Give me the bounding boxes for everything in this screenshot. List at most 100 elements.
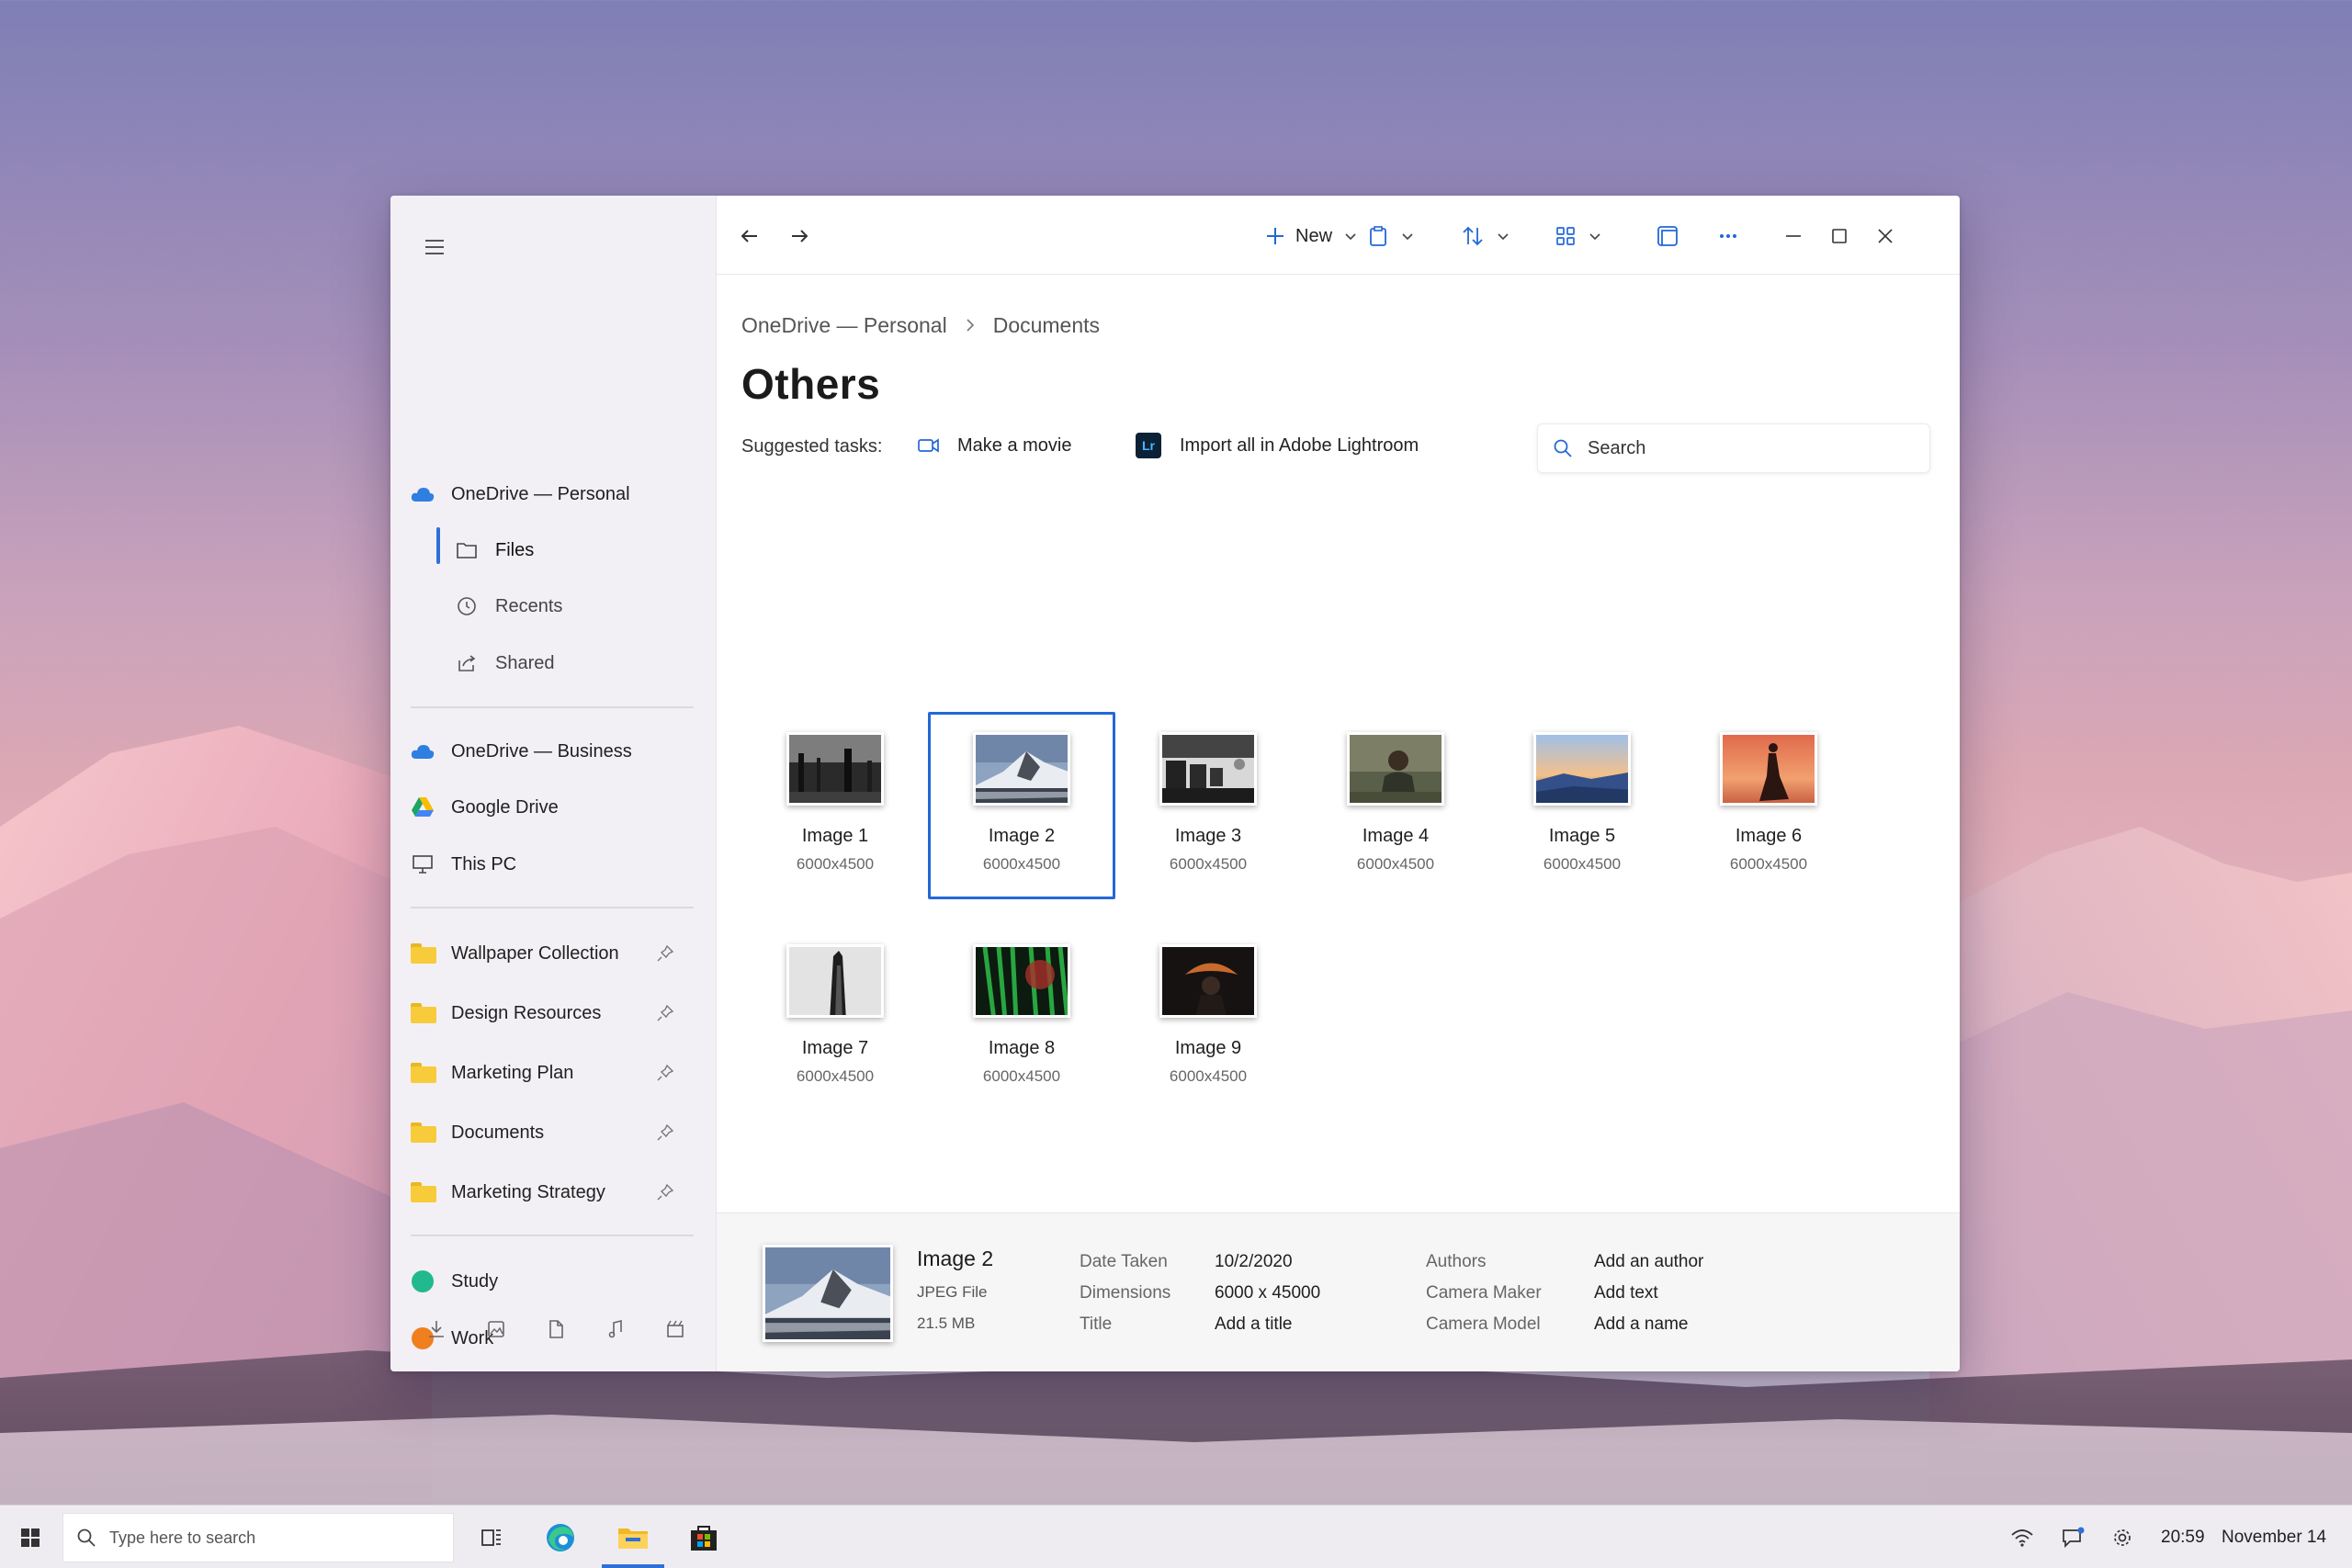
sidebar-item-label: Google Drive bbox=[451, 796, 559, 818]
pin-icon[interactable] bbox=[653, 1001, 677, 1025]
settings-gear-icon[interactable] bbox=[2101, 1517, 2143, 1559]
file-tile[interactable]: Image 1 6000x4500 bbox=[741, 712, 929, 899]
tag-dot-icon bbox=[412, 1270, 434, 1292]
sidebar-item-documents[interactable]: Documents bbox=[411, 1110, 695, 1156]
file-dimensions: 6000x4500 bbox=[1169, 855, 1248, 873]
sidebar-item-label: OneDrive — Personal bbox=[451, 483, 630, 504]
file-name: Image 5 bbox=[1548, 826, 1616, 846]
sidebar-item-marketing-plan[interactable]: Marketing Plan bbox=[411, 1050, 695, 1096]
file-dimensions: 6000x4500 bbox=[1356, 855, 1435, 873]
clipboard-button[interactable] bbox=[1367, 216, 1415, 256]
file-dimensions: 6000x4500 bbox=[1729, 855, 1808, 873]
hamburger-menu-icon[interactable] bbox=[418, 229, 455, 265]
sidebar-item-tag-study[interactable]: Study bbox=[411, 1258, 695, 1304]
wifi-icon[interactable] bbox=[2001, 1517, 2043, 1559]
maximize-button[interactable] bbox=[1828, 216, 1850, 256]
taskbar-search-placeholder: Type here to search bbox=[109, 1528, 256, 1547]
sidebar-item-shared[interactable]: Shared bbox=[455, 640, 695, 686]
task-view-icon bbox=[481, 1529, 501, 1546]
details-label: Camera Model bbox=[1426, 1314, 1541, 1334]
details-value: 10/2/2020 bbox=[1215, 1252, 1293, 1271]
sidebar-item-this-pc[interactable]: This PC bbox=[411, 841, 695, 887]
pin-icon[interactable] bbox=[653, 942, 677, 965]
sidebar-item-design-resources[interactable]: Design Resources bbox=[411, 990, 695, 1036]
file-explorer-taskbar-button[interactable] bbox=[612, 1517, 654, 1559]
sidebar-divider bbox=[411, 907, 694, 908]
file-tile[interactable]: Image 7 6000x4500 bbox=[741, 924, 929, 1111]
sidebar-item-label: Marketing Strategy bbox=[451, 1181, 605, 1202]
sidebar-item-onedrive-personal[interactable]: OneDrive — Personal bbox=[411, 471, 695, 517]
back-button[interactable] bbox=[737, 216, 763, 256]
file-explorer-icon bbox=[618, 1529, 648, 1549]
file-tile-selected[interactable]: Image 2 6000x4500 bbox=[928, 712, 1115, 899]
toolbar: New bbox=[717, 196, 1960, 275]
forward-button[interactable] bbox=[786, 216, 812, 256]
file-dimensions: 6000x4500 bbox=[796, 1067, 875, 1085]
details-camera-model-field[interactable]: Add a name bbox=[1594, 1314, 1688, 1335]
picture-icon[interactable] bbox=[478, 1311, 514, 1348]
sidebar-item-google-drive[interactable]: Google Drive bbox=[411, 784, 695, 830]
file-tile[interactable]: Image 9 6000x4500 bbox=[1114, 924, 1302, 1111]
download-icon[interactable] bbox=[418, 1311, 455, 1348]
clock-time[interactable]: 20:59 bbox=[2161, 1506, 2205, 1568]
video-icon[interactable] bbox=[657, 1311, 694, 1348]
close-button[interactable] bbox=[1874, 216, 1896, 256]
breadcrumb-item[interactable]: OneDrive — Personal bbox=[741, 313, 947, 338]
details-value: 6000 x 45000 bbox=[1215, 1283, 1321, 1303]
details-author-field[interactable]: Add an author bbox=[1594, 1252, 1703, 1272]
details-title-field[interactable]: Add a title bbox=[1215, 1314, 1293, 1335]
clock-icon bbox=[455, 594, 479, 618]
main-content: New OneDrive — Personal Documents Others… bbox=[717, 196, 1960, 1371]
edge-icon bbox=[547, 1524, 574, 1551]
search-icon bbox=[77, 1529, 96, 1547]
details-label: Camera Maker bbox=[1426, 1283, 1542, 1303]
sidebar-item-marketing-strategy[interactable]: Marketing Strategy bbox=[411, 1169, 695, 1215]
details-camera-maker-field[interactable]: Add text bbox=[1594, 1283, 1658, 1303]
file-name: Image 8 bbox=[988, 1038, 1056, 1058]
store-button[interactable] bbox=[683, 1517, 725, 1559]
make-movie-task[interactable]: Make a movie bbox=[917, 427, 1072, 464]
file-tile[interactable]: Image 6 6000x4500 bbox=[1675, 712, 1862, 899]
sidebar-item-label: Design Resources bbox=[451, 1002, 602, 1023]
edge-browser-button[interactable] bbox=[539, 1517, 582, 1559]
import-lightroom-task[interactable]: Lr Import all in Adobe Lightroom bbox=[1136, 427, 1419, 464]
details-pane-button[interactable] bbox=[1656, 216, 1679, 256]
pin-icon[interactable] bbox=[653, 1180, 677, 1204]
sidebar-item-onedrive-business[interactable]: OneDrive — Business bbox=[411, 728, 695, 774]
start-button[interactable] bbox=[9, 1517, 51, 1559]
file-dimensions: 6000x4500 bbox=[1169, 1067, 1248, 1085]
store-bag-icon bbox=[691, 1526, 717, 1551]
task-label: Make a movie bbox=[957, 434, 1072, 456]
more-options-button[interactable] bbox=[1716, 216, 1740, 256]
file-tile[interactable]: Image 4 6000x4500 bbox=[1302, 712, 1489, 899]
search-input[interactable]: Search bbox=[1537, 423, 1930, 473]
taskbar-search-input[interactable]: Type here to search bbox=[62, 1513, 454, 1562]
monitor-icon bbox=[411, 852, 435, 876]
clipboard-icon bbox=[1370, 226, 1386, 246]
file-name: Image 3 bbox=[1174, 826, 1242, 846]
sidebar-item-recents[interactable]: Recents bbox=[455, 583, 695, 629]
minimize-button[interactable] bbox=[1782, 216, 1804, 256]
document-icon[interactable] bbox=[537, 1311, 574, 1348]
clock-date[interactable]: November 14 bbox=[2222, 1506, 2326, 1568]
file-tile[interactable]: Image 3 6000x4500 bbox=[1114, 712, 1302, 899]
details-label: Dimensions bbox=[1080, 1283, 1171, 1303]
view-button[interactable] bbox=[1555, 216, 1602, 256]
music-icon[interactable] bbox=[597, 1311, 634, 1348]
sidebar-item-wallpaper-collection[interactable]: Wallpaper Collection bbox=[411, 931, 695, 976]
pin-icon[interactable] bbox=[653, 1121, 677, 1145]
sidebar-item-files[interactable]: Files bbox=[455, 527, 695, 573]
windows-logo-icon bbox=[21, 1529, 40, 1547]
sort-button[interactable] bbox=[1461, 216, 1510, 256]
file-name: Image 2 bbox=[988, 826, 1056, 846]
notification-icon[interactable] bbox=[2052, 1517, 2094, 1559]
file-tile[interactable]: Image 5 6000x4500 bbox=[1488, 712, 1676, 899]
breadcrumb-item[interactable]: Documents bbox=[993, 313, 1100, 338]
pin-icon[interactable] bbox=[653, 1061, 677, 1085]
task-view-button[interactable] bbox=[470, 1517, 513, 1559]
chevron-down-icon bbox=[1402, 233, 1413, 241]
thumbnail bbox=[1533, 732, 1631, 806]
taskbar: Type here to search 20:59 November 14 bbox=[0, 1505, 2352, 1568]
new-button[interactable]: New bbox=[1264, 216, 1358, 256]
file-tile[interactable]: Image 8 6000x4500 bbox=[928, 924, 1115, 1111]
